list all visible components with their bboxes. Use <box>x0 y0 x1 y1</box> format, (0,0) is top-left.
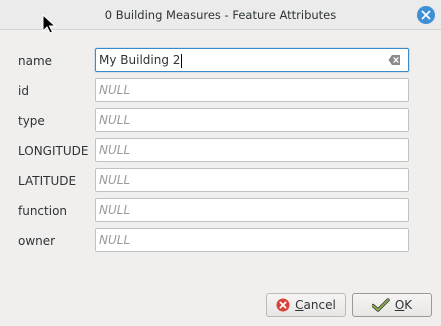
name-input[interactable]: My Building 2 <box>95 48 409 72</box>
field-label-function: function <box>18 204 68 218</box>
field-row-longitude: LONGITUDE NULL <box>0 138 441 164</box>
field-row-id: id NULL <box>0 78 441 104</box>
type-input[interactable]: NULL <box>95 108 409 132</box>
latitude-input[interactable]: NULL <box>95 168 409 192</box>
field-row-owner: owner NULL <box>0 228 441 254</box>
owner-input[interactable]: NULL <box>95 228 409 252</box>
field-row-latitude: LATITUDE NULL <box>0 168 441 194</box>
field-label-type: type <box>18 114 45 128</box>
field-row-function: function NULL <box>0 198 441 224</box>
close-icon <box>421 10 431 20</box>
ok-check-icon <box>371 298 390 312</box>
cancel-button[interactable]: Cancel <box>266 293 346 317</box>
name-input-value: My Building 2 <box>99 53 181 67</box>
title-bar[interactable]: 0 Building Measures - Feature Attributes <box>0 0 441 30</box>
text-caret <box>181 53 183 68</box>
field-row-name: name My Building 2 <box>0 48 441 74</box>
longitude-input[interactable]: NULL <box>95 138 409 162</box>
feature-attributes-dialog: 0 Building Measures - Feature Attributes… <box>0 0 441 326</box>
ok-button[interactable]: OK <box>352 293 432 317</box>
field-row-type: type NULL <box>0 108 441 134</box>
field-label-id: id <box>18 84 29 98</box>
mouse-pointer-icon <box>42 14 56 34</box>
close-button[interactable] <box>417 6 435 24</box>
cancel-button-label: Cancel <box>295 298 336 312</box>
field-label-latitude: LATITUDE <box>18 174 77 188</box>
field-label-owner: owner <box>18 234 56 248</box>
field-label-longitude: LONGITUDE <box>18 144 89 158</box>
function-input[interactable]: NULL <box>95 198 409 222</box>
id-input[interactable]: NULL <box>95 78 409 102</box>
field-label-name: name <box>18 54 53 68</box>
ok-button-label: OK <box>394 298 413 312</box>
window-title: 0 Building Measures - Feature Attributes <box>104 8 337 22</box>
cancel-icon <box>276 298 290 312</box>
clear-text-icon[interactable] <box>388 54 401 66</box>
